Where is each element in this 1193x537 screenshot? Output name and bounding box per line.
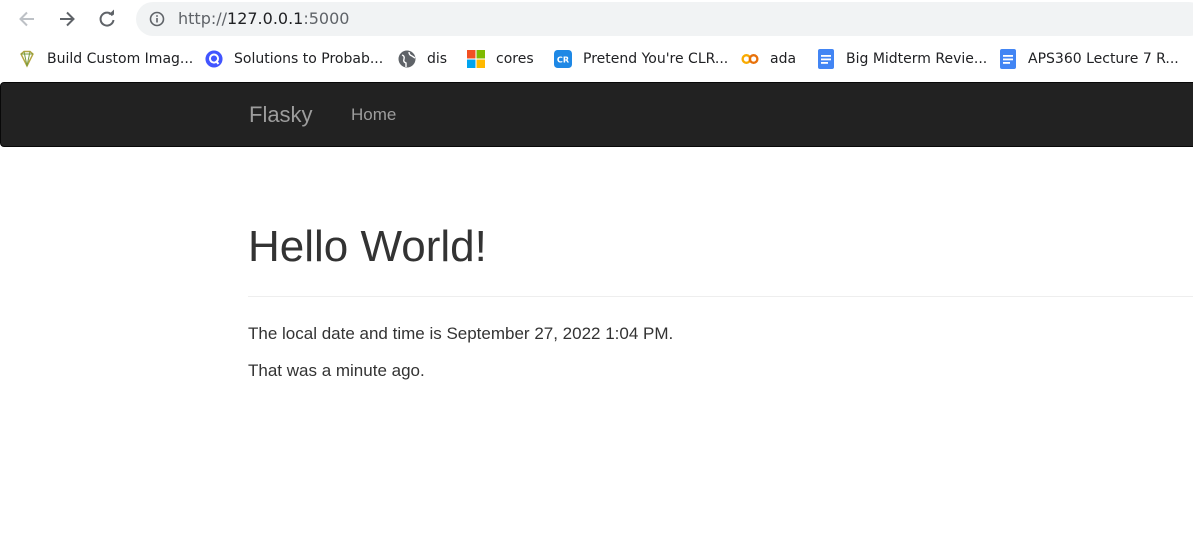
reload-icon bbox=[99, 9, 115, 27]
bookmark-label: Pretend You're CLR... bbox=[583, 51, 729, 67]
url-text: http://127.0.0.1:5000 bbox=[178, 10, 349, 28]
back-button[interactable] bbox=[14, 6, 40, 32]
url-host: 127.0.0.1 bbox=[227, 9, 304, 28]
url-port: :5000 bbox=[303, 9, 350, 28]
relative-time-text: That was a minute ago. bbox=[248, 361, 425, 380]
nav-link-home[interactable]: Home bbox=[351, 105, 396, 125]
bookmark-label: APS360 Lecture 7 R... bbox=[1028, 51, 1179, 67]
local-datetime-text: The local date and time is September 27,… bbox=[248, 324, 674, 343]
bookmark-label: ada bbox=[770, 51, 797, 67]
bookmark-label: cores bbox=[496, 51, 534, 67]
bookmark-aps360-lecture-7[interactable]: APS360 Lecture 7 R... bbox=[999, 49, 1179, 69]
bookmark-solutions-to-probability[interactable]: Solutions to Probab... bbox=[205, 49, 383, 69]
bookmark-big-midterm-review[interactable]: Big Midterm Revie... bbox=[817, 49, 987, 69]
quizlet-icon bbox=[205, 50, 223, 68]
codingrooms-icon: CR bbox=[554, 50, 572, 68]
bookmark-pretend-youre-clr[interactable]: CR Pretend You're CLR... bbox=[554, 49, 728, 69]
bookmark-dis[interactable]: dis bbox=[398, 49, 447, 69]
google-docs-icon bbox=[817, 49, 835, 69]
microsoft-icon bbox=[467, 50, 485, 68]
arrow-right-icon bbox=[60, 11, 75, 27]
reload-button[interactable] bbox=[94, 6, 120, 32]
bookmark-ada[interactable]: ada bbox=[741, 49, 796, 69]
info-icon[interactable] bbox=[149, 11, 165, 27]
arrow-left-icon bbox=[19, 11, 34, 27]
page-title: Hello World! bbox=[248, 222, 487, 271]
svg-text:CR: CR bbox=[557, 55, 570, 65]
url-scheme: http:// bbox=[178, 9, 228, 28]
bookmark-label: Solutions to Probab... bbox=[234, 51, 384, 67]
globe-icon bbox=[398, 50, 416, 68]
colab-icon bbox=[741, 50, 759, 68]
browser-toolbar: http://127.0.0.1:5000 bbox=[0, 0, 1193, 38]
app-navbar: Flasky Home bbox=[0, 82, 1193, 147]
address-bar[interactable]: http://127.0.0.1:5000 bbox=[136, 2, 1193, 36]
bookmark-build-custom-images[interactable]: Build Custom Imag... bbox=[18, 49, 193, 69]
google-docs-icon bbox=[999, 49, 1017, 69]
bookmark-label: Build Custom Imag... bbox=[47, 51, 194, 67]
bookmark-label: Big Midterm Revie... bbox=[846, 51, 988, 67]
bookmark-cores[interactable]: cores bbox=[467, 49, 534, 69]
bookmark-label: dis bbox=[427, 51, 448, 67]
gem-icon bbox=[18, 50, 36, 68]
navbar-brand[interactable]: Flasky bbox=[249, 102, 313, 128]
page-header: Hello World! bbox=[248, 221, 1193, 297]
bookmarks-bar: Build Custom Imag... Solutions to Probab… bbox=[0, 40, 1193, 78]
forward-button[interactable] bbox=[54, 6, 80, 32]
